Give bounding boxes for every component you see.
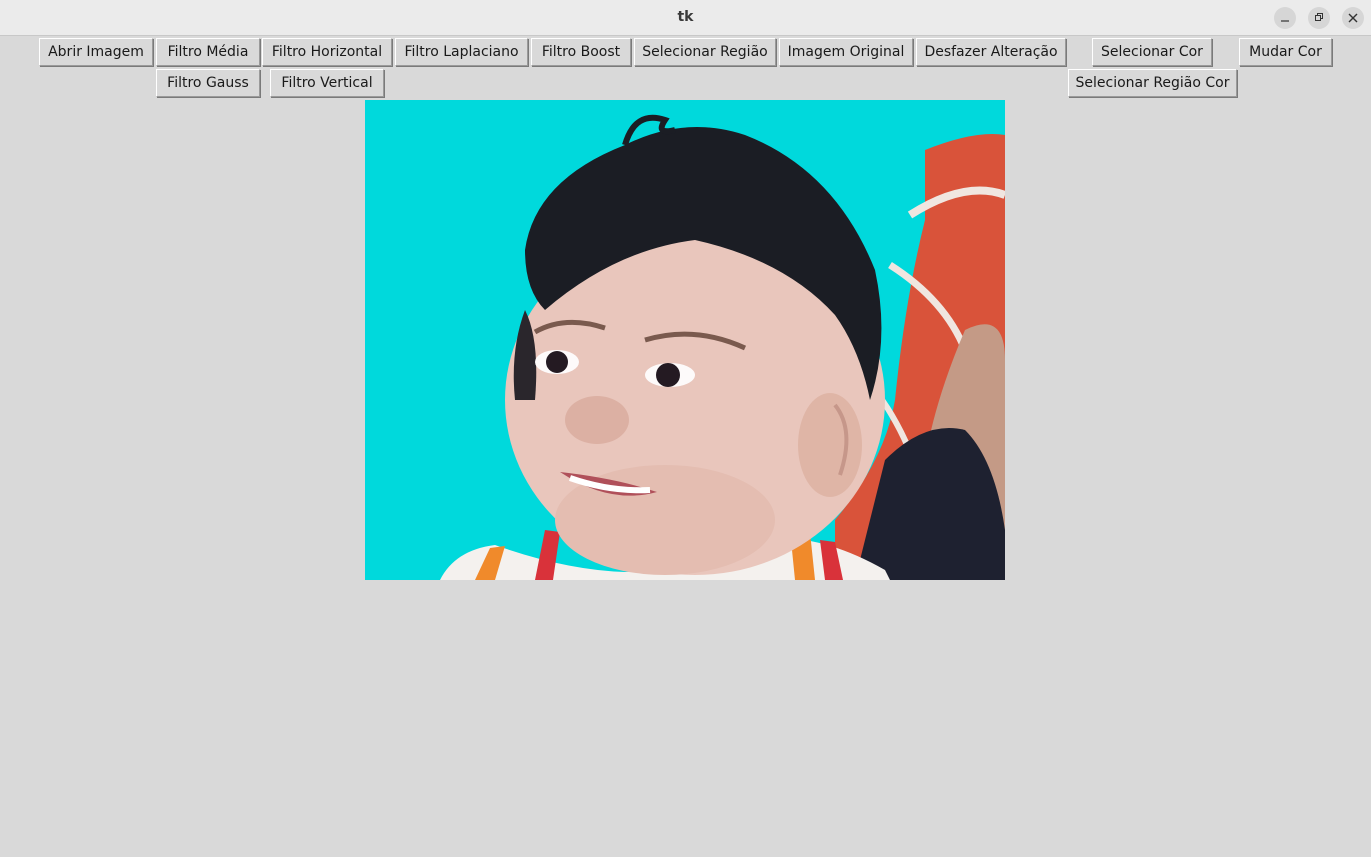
window-titlebar: tk — [0, 0, 1371, 36]
minimize-icon — [1281, 20, 1289, 22]
mudar-cor-button[interactable]: Mudar Cor — [1239, 38, 1332, 66]
imagem-original-button[interactable]: Imagem Original — [779, 38, 913, 66]
filtro-laplaciano-button[interactable]: Filtro Laplaciano — [395, 38, 528, 66]
desfazer-alteracao-button[interactable]: Desfazer Alteração — [916, 38, 1066, 66]
close-button[interactable] — [1342, 7, 1364, 29]
image-canvas[interactable] — [365, 100, 1005, 580]
close-icon — [1348, 13, 1358, 23]
baby-photo-image — [440, 114, 1005, 580]
abrir-imagem-button[interactable]: Abrir Imagem — [39, 38, 153, 66]
selecionar-regiao-cor-button[interactable]: Selecionar Região Cor — [1068, 69, 1237, 97]
restore-icon — [1315, 13, 1323, 21]
window-title: tk — [677, 9, 694, 25]
minimize-button[interactable] — [1274, 7, 1296, 29]
filtro-horizontal-button[interactable]: Filtro Horizontal — [262, 38, 392, 66]
maximize-button[interactable] — [1308, 7, 1330, 29]
filtro-boost-button[interactable]: Filtro Boost — [531, 38, 631, 66]
filtro-gauss-button[interactable]: Filtro Gauss — [156, 69, 260, 97]
filtro-vertical-button[interactable]: Filtro Vertical — [270, 69, 384, 97]
selecionar-regiao-button[interactable]: Selecionar Região — [634, 38, 776, 66]
filtro-media-button[interactable]: Filtro Média — [156, 38, 260, 66]
selecionar-cor-button[interactable]: Selecionar Cor — [1092, 38, 1212, 66]
